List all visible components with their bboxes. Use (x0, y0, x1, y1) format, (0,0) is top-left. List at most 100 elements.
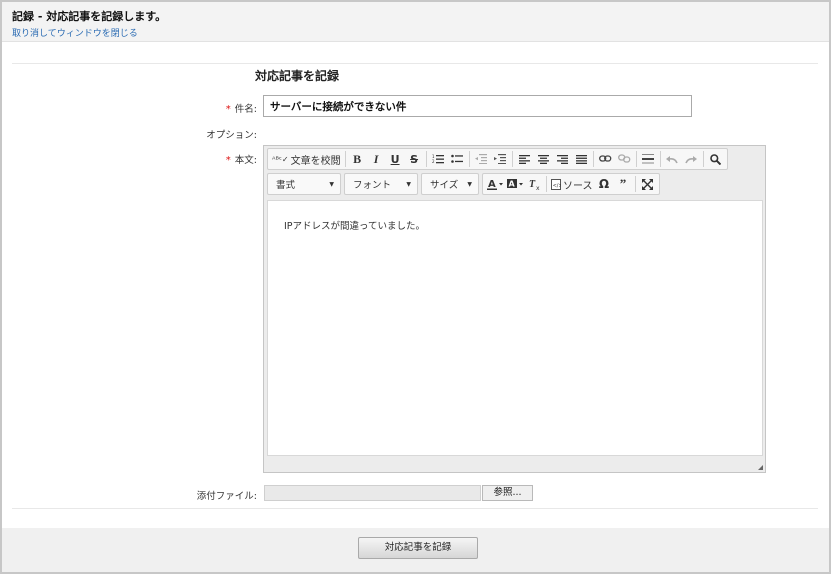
italic-button[interactable]: I (367, 150, 386, 168)
resize-handle[interactable] (758, 465, 763, 470)
header-bar: 記録 - 対応記事を記録します。 取り消してウィンドウを閉じる (2, 2, 829, 42)
body-label: 本文: (234, 155, 257, 166)
divider (12, 63, 818, 64)
submit-record-button[interactable]: 対応記事を記録 (358, 537, 478, 559)
required-mark: * (225, 104, 231, 115)
align-center-icon (537, 154, 549, 164)
svg-text:A: A (509, 180, 516, 189)
chevron-down-icon: ▼ (467, 180, 472, 188)
search-icon (709, 153, 721, 165)
toolbar-group: A A Tx </> ソース Ω ” (482, 173, 660, 195)
justify-icon (575, 154, 587, 164)
attachment-label: 添付ファイル: (196, 491, 257, 502)
window-title: 記録 - 対応記事を記録します。 (12, 10, 167, 23)
bulleted-list-button[interactable] (448, 150, 467, 168)
toolbar-separator (634, 176, 636, 192)
divider (12, 508, 818, 509)
indent-icon (494, 154, 507, 164)
font-dropdown-label: フォント (353, 180, 392, 191)
chevron-down-icon: ▼ (406, 180, 411, 188)
svg-text:</>: </> (553, 183, 561, 189)
align-left-icon (518, 154, 530, 164)
font-dropdown[interactable]: フォント ▼ (344, 173, 418, 195)
browse-button[interactable]: 参照... (482, 485, 533, 501)
editor-body-text[interactable]: IPアドレスが間違っていました。 (284, 218, 425, 232)
source-button[interactable]: </> ソース (549, 175, 595, 193)
quote-icon: ” (619, 176, 627, 191)
indent-button[interactable] (491, 150, 510, 168)
unlink-icon (617, 154, 630, 163)
toolbar-separator (425, 151, 427, 167)
required-mark: * (225, 155, 231, 166)
toolbar-separator (344, 151, 346, 167)
format-dropdown-label: 書式 (276, 180, 296, 191)
undo-button[interactable] (663, 150, 682, 168)
align-center-button[interactable] (534, 150, 553, 168)
subject-label: 件名: (234, 104, 257, 115)
size-dropdown-label: サイズ (430, 180, 459, 191)
align-right-icon (556, 154, 568, 164)
toolbar-separator (511, 151, 513, 167)
toolbar-group: ᴬᴮᶜ✓ 文章を校閲 B I U S 12 (267, 148, 728, 170)
editor-content-area[interactable]: IPアドレスが間違っていました。 (267, 200, 763, 456)
svg-text:x: x (536, 185, 540, 190)
toolbar-separator (702, 151, 704, 167)
attachment-file-input[interactable] (264, 485, 481, 501)
svg-text:2: 2 (432, 159, 435, 164)
bold-button[interactable]: B (348, 150, 367, 168)
spellcheck-icon: ᴬᴮᶜ✓ (272, 154, 289, 164)
spellcheck-label: 文章を校閲 (290, 155, 341, 167)
omega-icon: Ω (598, 177, 610, 191)
subject-input[interactable] (263, 95, 692, 117)
remove-format-icon: Tx (529, 179, 540, 190)
numbered-list-button[interactable]: 12 (429, 150, 448, 168)
link-icon (598, 155, 611, 162)
maximize-button[interactable] (638, 175, 657, 193)
numbered-list-icon: 12 (432, 154, 445, 164)
horizontal-line-icon (642, 154, 655, 164)
form-heading: 対応記事を記録 (255, 69, 340, 83)
option-label: オプション: (206, 130, 257, 141)
align-left-button[interactable] (515, 150, 534, 168)
size-dropdown[interactable]: サイズ ▼ (421, 173, 479, 195)
chevron-down-icon: ▼ (329, 180, 334, 188)
horizontal-line-button[interactable] (639, 150, 658, 168)
spellcheck-button[interactable]: ᴬᴮᶜ✓ 文章を校閲 (270, 150, 343, 168)
cancel-close-link[interactable]: 取り消してウィンドウを閉じる (12, 26, 138, 39)
source-icon: </> (551, 178, 561, 190)
rich-text-editor: ᴬᴮᶜ✓ 文章を校閲 B I U S 12 書式 ▼ フォント ▼ サイズ ▼ … (263, 145, 766, 473)
justify-button[interactable] (572, 150, 591, 168)
text-color-icon: A (487, 179, 503, 190)
format-dropdown[interactable]: 書式 ▼ (267, 173, 341, 195)
unlink-button[interactable] (615, 150, 634, 168)
source-label: ソース (563, 180, 593, 192)
background-color-button[interactable]: A (505, 175, 525, 193)
find-button[interactable] (706, 150, 725, 168)
blockquote-button[interactable]: ” (614, 175, 633, 193)
special-char-button[interactable]: Ω (595, 175, 614, 193)
svg-text:T: T (529, 179, 536, 190)
toolbar-separator (635, 151, 637, 167)
editor-toolbar-row-1: ᴬᴮᶜ✓ 文章を校閲 B I U S 12 (267, 148, 731, 170)
background-color-icon: A (507, 179, 523, 189)
toolbar-separator (468, 151, 470, 167)
body-label-row: * 本文: (137, 152, 257, 166)
strikethrough-button[interactable]: S (405, 150, 424, 168)
toolbar-separator (592, 151, 594, 167)
svg-text:A: A (488, 179, 496, 190)
bulleted-list-icon (451, 154, 464, 163)
text-color-button[interactable]: A (485, 175, 505, 193)
redo-button[interactable] (682, 150, 701, 168)
remove-format-button[interactable]: Tx (525, 175, 544, 193)
outdent-button[interactable] (472, 150, 491, 168)
redo-icon (685, 155, 698, 163)
outdent-icon (475, 154, 488, 164)
underline-button[interactable]: U (386, 150, 405, 168)
subject-label-row: * 件名: (137, 101, 257, 115)
link-button[interactable] (596, 150, 615, 168)
align-right-button[interactable] (553, 150, 572, 168)
toolbar-separator (546, 176, 547, 192)
editor-toolbar-row-2: 書式 ▼ フォント ▼ サイズ ▼ A A Tx </> ソース Ω ” (267, 173, 663, 195)
toolbar-separator (659, 151, 661, 167)
undo-icon (666, 155, 678, 163)
